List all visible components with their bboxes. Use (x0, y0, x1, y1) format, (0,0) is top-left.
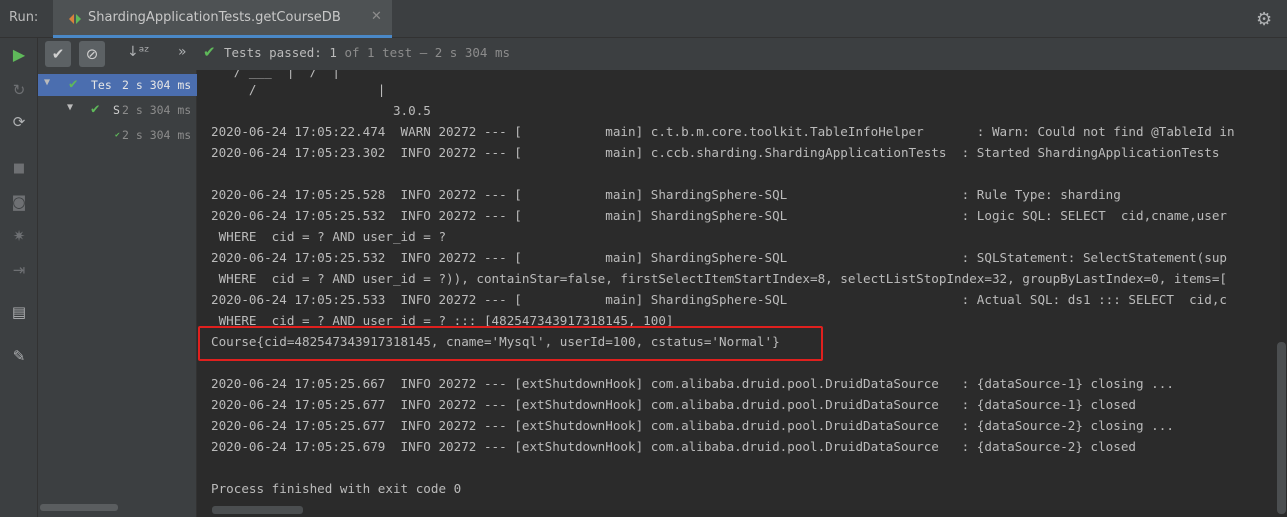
passed-check-icon: ✔ (115, 130, 120, 139)
tree-node-root[interactable]: ▼ ✔ Tes 2 s 304 ms (38, 74, 197, 96)
passed-count: 1 (329, 45, 337, 60)
ignored-icon: ⊘ (85, 45, 99, 63)
expand-arrow-icon[interactable]: ▼ (44, 77, 50, 88)
show-ignored-button[interactable]: ⊘ (79, 41, 105, 67)
console-line: WHERE cid = ? AND user_id = ? (211, 229, 447, 244)
tab-title: ShardingApplicationTests.getCourseDB (88, 10, 341, 25)
highlight-annotation-box (198, 326, 823, 361)
test-results-toolbar: ✔ ⊘ ↓ᵃᶻ » ✔ Tests passed: 1 of 1 test – … (38, 38, 1287, 70)
tree-node-method[interactable]: ✔ 2 s 304 ms (38, 124, 197, 146)
stop-icon[interactable]: ■ (9, 158, 29, 178)
console-horizontal-scrollbar[interactable] (212, 506, 303, 514)
status-label: Tests passed: (224, 45, 322, 60)
camera-icon[interactable]: ◙ (9, 192, 29, 212)
console-output: / ___ | / | / | 3.0.5 2020-06-24 17:05:2… (198, 70, 1287, 517)
console-line: 2020-06-24 17:05:25.532 INFO 20272 --- [… (211, 250, 1227, 265)
console-line: 2020-06-24 17:05:23.302 INFO 20272 --- [… (211, 145, 1220, 160)
tree-node-time: 2 s 304 ms (122, 103, 192, 117)
test-tree: ▼ ✔ Tes 2 s 304 ms ▼ ✔ S 2 s 304 ms ✔ 2 … (38, 70, 197, 517)
tree-node-label: Tes (91, 78, 112, 92)
rerun-failed-icon[interactable]: ↻ (9, 80, 29, 100)
console-line: 2020-06-24 17:05:25.677 INFO 20272 --- [… (211, 418, 1174, 433)
layout-icon[interactable]: ▤ (9, 302, 29, 322)
console-line: Process finished with exit code 0 (211, 481, 462, 496)
import-tests-icon[interactable]: ⇥ (9, 260, 29, 280)
check-icon: ✔ (51, 45, 65, 63)
passed-check-icon: ✔ (203, 43, 216, 61)
rerun-icon[interactable]: ▶ (9, 44, 29, 64)
console-line: 3.0.5 (211, 103, 431, 118)
run-label: Run: (9, 10, 39, 25)
passed-check-icon: ✔ (69, 76, 78, 92)
pin-icon[interactable]: ✎ (9, 346, 29, 366)
show-passed-button[interactable]: ✔ (45, 41, 71, 67)
console-line: / ___ | / | (211, 70, 340, 79)
console-line: WHERE cid = ? AND user_id = ?)), contain… (211, 271, 1227, 286)
tree-horizontal-scrollbar[interactable] (40, 504, 118, 511)
tab-run-configuration[interactable]: ShardingApplicationTests.getCourseDB ✕ (53, 0, 392, 38)
status-detail: of 1 test – 2 s 304 ms (344, 45, 511, 60)
passed-check-icon: ✔ (91, 101, 100, 117)
run-tool-window-header: Run: ShardingApplicationTests.getCourseD… (0, 0, 1287, 38)
tree-node-class[interactable]: ▼ ✔ S 2 s 304 ms (38, 99, 197, 121)
gear-icon[interactable]: ⚙ (1256, 9, 1272, 30)
console-vertical-scrollbar[interactable] (1277, 342, 1286, 514)
tree-node-time: 2 s 304 ms (122, 128, 192, 142)
toggle-auto-test-icon[interactable]: ⟳ (9, 112, 29, 132)
console-line: 2020-06-24 17:05:22.474 WARN 20272 --- [… (211, 124, 1235, 139)
sort-alphabetically-icon[interactable]: ↓ᵃᶻ (127, 44, 149, 60)
test-config-icon (69, 14, 81, 24)
tree-node-label: S (113, 103, 120, 117)
run-toolbar-vertical: ▶ ↻ ⟳ ■ ◙ ✷ ⇥ ▤ ✎ (0, 38, 38, 517)
console-line: / | (211, 82, 386, 97)
console-line: 2020-06-24 17:05:25.528 INFO 20272 --- [… (211, 187, 1121, 202)
chevron-more-icon[interactable]: » (178, 44, 187, 60)
test-status-summary: Tests passed: 1 of 1 test – 2 s 304 ms (224, 45, 510, 60)
expand-arrow-icon[interactable]: ▼ (67, 102, 73, 113)
console-line: 2020-06-24 17:05:25.677 INFO 20272 --- [… (211, 397, 1137, 412)
console-line: 2020-06-24 17:05:25.679 INFO 20272 --- [… (211, 439, 1137, 454)
console-line: 2020-06-24 17:05:25.532 INFO 20272 --- [… (211, 208, 1227, 223)
tree-node-time: 2 s 304 ms (122, 78, 192, 92)
console-line: 2020-06-24 17:05:25.667 INFO 20272 --- [… (211, 376, 1174, 391)
console-line: 2020-06-24 17:05:25.533 INFO 20272 --- [… (211, 292, 1227, 307)
close-icon[interactable]: ✕ (371, 9, 382, 24)
settings-debug-icon[interactable]: ✷ (9, 226, 29, 246)
